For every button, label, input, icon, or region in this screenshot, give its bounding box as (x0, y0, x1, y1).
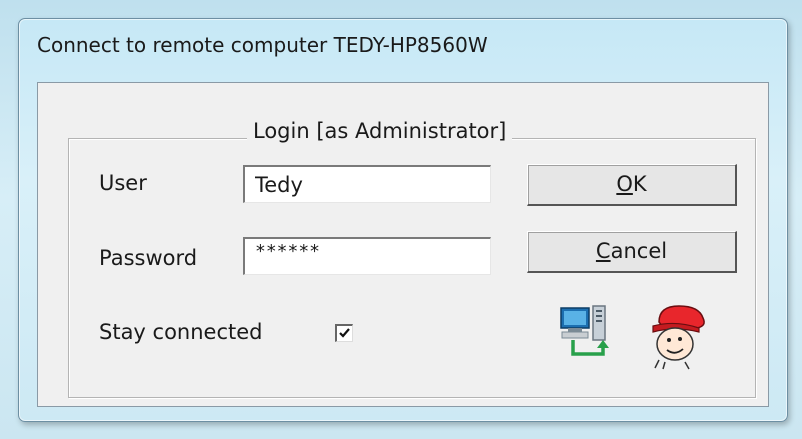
ok-mnemonic: O (616, 172, 633, 196)
cancel-mnemonic: C (595, 239, 611, 263)
mascot-icon (652, 305, 705, 370)
user-field[interactable] (243, 165, 491, 203)
ok-label-rest: K (632, 172, 647, 196)
checkmark-icon (339, 328, 350, 338)
dialog-title: Connect to remote computer TEDY-HP8560W (37, 33, 488, 57)
cancel-button[interactable]: Cancel (527, 231, 737, 273)
stay-connected-checkbox[interactable] (335, 324, 353, 342)
password-label: Password (99, 246, 198, 270)
login-dialog: Connect to remote computer TEDY-HP8560W … (18, 18, 788, 422)
login-group-legend: Login [as Administrator] (247, 119, 513, 143)
network-computer-icon (560, 305, 609, 356)
ok-button[interactable]: OK (527, 164, 737, 206)
password-field[interactable]: ****** (243, 237, 491, 275)
user-label: User (99, 171, 147, 195)
cancel-label-rest: ancel (610, 239, 668, 263)
stay-connected-label: Stay connected (99, 320, 263, 344)
